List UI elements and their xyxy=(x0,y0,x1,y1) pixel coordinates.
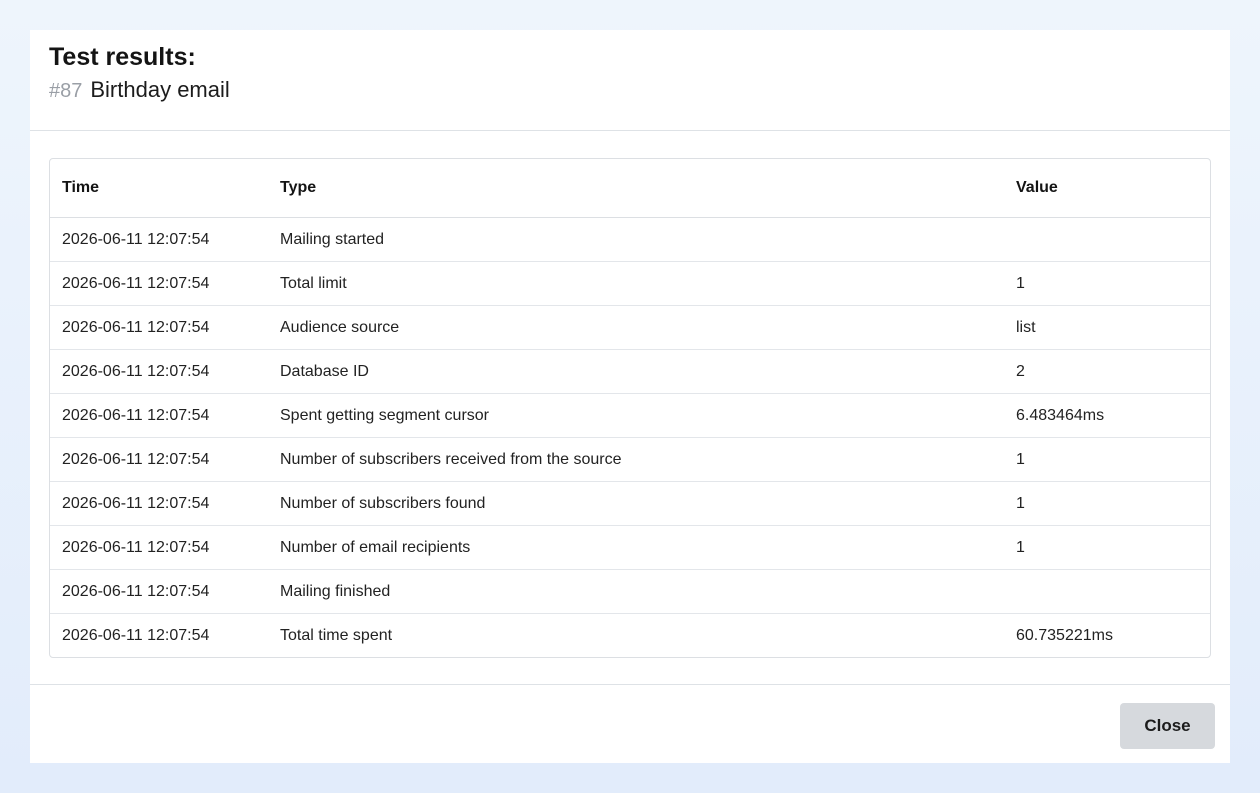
cell-value: 1 xyxy=(1004,481,1210,526)
modal-header: Test results: #87 Birthday email xyxy=(30,30,1230,131)
cell-type: Number of subscribers received from the … xyxy=(268,437,1004,482)
cell-value xyxy=(1004,217,1210,262)
cell-type: Total limit xyxy=(268,261,1004,306)
table-row: 2026-06-11 12:07:54 Number of subscriber… xyxy=(50,437,1210,482)
cell-value: 1 xyxy=(1004,437,1210,482)
cell-time: 2026-06-11 12:07:54 xyxy=(50,217,268,262)
cell-value: 2 xyxy=(1004,349,1210,394)
cell-value: 1 xyxy=(1004,261,1210,306)
cell-time: 2026-06-11 12:07:54 xyxy=(62,626,210,644)
cell-time: 2026-06-11 12:07:54 xyxy=(50,261,268,306)
column-header-time: Time xyxy=(50,159,268,218)
column-header-type: Type xyxy=(268,159,1004,218)
table-row: 2026-06-11 12:07:54 Number of subscriber… xyxy=(50,481,1210,526)
modal-body: Time Type Value 2026-06-11 12:07:54 Mail… xyxy=(30,131,1230,685)
cell-type: Audience source xyxy=(268,305,1004,350)
cell-time: 2026-06-11 12:07:54 xyxy=(50,437,268,482)
cell-time: 2026-06-11 12:07:54 xyxy=(50,349,268,394)
table-row: 2026-06-11 12:07:54 Total limit 1 xyxy=(50,261,1210,306)
cell-type: Total time spent xyxy=(280,626,393,644)
cell-type: Database ID xyxy=(268,349,1004,394)
table-row: 2026-06-11 12:07:54 Spent getting segmen… xyxy=(50,393,1210,438)
results-table-container: Time Type Value 2026-06-11 12:07:54 Mail… xyxy=(49,158,1211,658)
table-header-row: Time Type Value xyxy=(50,159,1210,218)
cell-time: 2026-06-11 12:07:54 xyxy=(50,481,268,526)
modal-title: Test results: xyxy=(49,43,196,71)
cell-value: 6.483464ms xyxy=(1004,393,1210,438)
table-row: 2026-06-11 12:07:54 Database ID 2 xyxy=(50,349,1210,394)
cell-time: 2026-06-11 12:07:54 xyxy=(50,305,268,350)
cell-time: 2026-06-11 12:07:54 xyxy=(50,393,268,438)
table-row: 2026-06-11 12:07:54 Mailing started xyxy=(50,217,1210,262)
table-row: 2026-06-11 12:07:54 Number of email reci… xyxy=(50,525,1210,570)
cell-type: Number of email recipients xyxy=(268,525,1004,570)
close-button[interactable]: Close xyxy=(1120,703,1215,749)
results-table: Time Type Value 2026-06-11 12:07:54 Mail… xyxy=(50,159,1210,657)
cell-type: Mailing started xyxy=(268,217,1004,262)
cell-type: Number of subscribers found xyxy=(268,481,1004,526)
table-row: 2026-06-11 12:07:54 Audience source list xyxy=(50,305,1210,350)
table-row: 2026-06-11 12:07:54 Total time spent 60.… xyxy=(50,614,1210,658)
cell-time: 2026-06-11 12:07:54 xyxy=(50,525,268,570)
cell-time: 2026-06-11 12:07:54 xyxy=(50,569,268,614)
column-header-value: Value xyxy=(1004,159,1210,218)
cell-type: Spent getting segment cursor xyxy=(268,393,1004,438)
cell-value: list xyxy=(1004,305,1210,350)
campaign-subtitle: #87 Birthday email xyxy=(49,76,1211,105)
cell-value: 60.735221ms xyxy=(1016,626,1113,644)
campaign-name: Birthday email xyxy=(90,77,230,102)
test-results-modal: Test results: #87 Birthday email Time Typ… xyxy=(30,30,1230,763)
table-row: 2026-06-11 12:07:54 Mailing finished xyxy=(50,569,1210,614)
campaign-number: #87 xyxy=(49,80,83,102)
cell-value xyxy=(1004,569,1210,614)
modal-footer: Close xyxy=(30,685,1230,762)
cell-value: 1 xyxy=(1004,525,1210,570)
cell-type: Mailing finished xyxy=(268,569,1004,614)
